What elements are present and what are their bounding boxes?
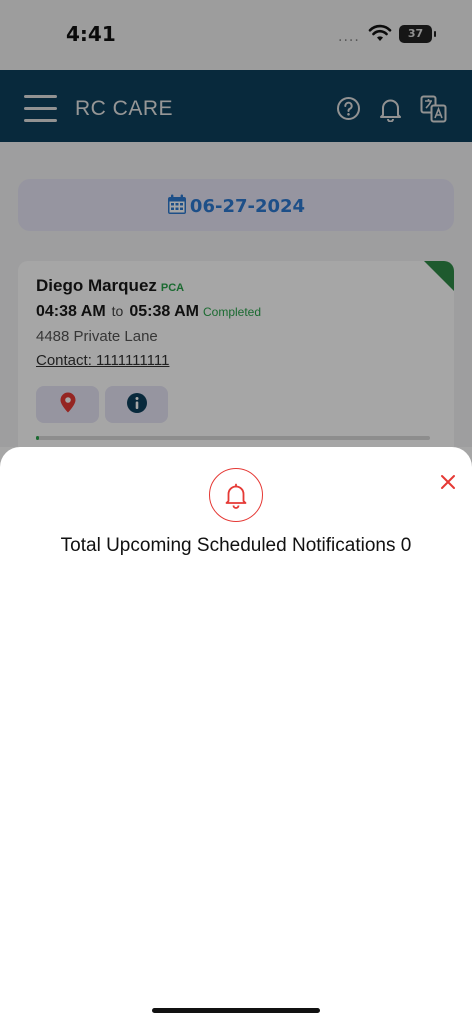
home-indicator[interactable] [152, 1008, 320, 1013]
modal-backdrop[interactable] [0, 0, 472, 470]
notifications-title: Total Upcoming Scheduled Notifications 0 [60, 535, 412, 556]
notifications-sheet: Total Upcoming Scheduled Notifications 0 [0, 447, 472, 1024]
bell-icon [209, 468, 263, 522]
close-icon[interactable] [436, 470, 460, 494]
